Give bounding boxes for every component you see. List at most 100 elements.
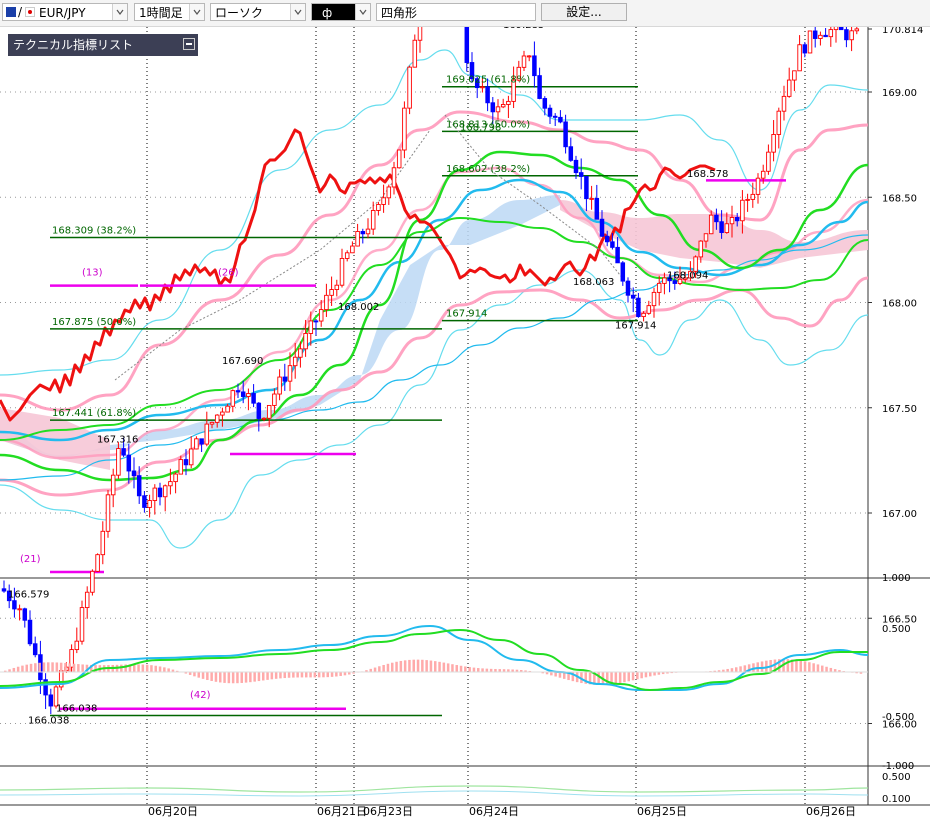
candle-body — [620, 262, 626, 282]
candle-body — [776, 110, 782, 135]
candle — [391, 161, 397, 195]
candle — [84, 586, 90, 619]
candle — [651, 287, 657, 318]
osc-bar — [382, 664, 385, 672]
osc-bar — [197, 672, 200, 678]
candle-body — [396, 149, 402, 169]
candle-body — [355, 231, 360, 247]
candle — [547, 104, 553, 124]
osc-bar — [399, 660, 403, 672]
osc-bar — [640, 672, 643, 679]
candle-body — [110, 474, 116, 496]
osc-bar — [154, 665, 157, 672]
osc-bar — [649, 672, 652, 677]
osc-bar — [21, 665, 24, 672]
candle-body — [1, 588, 7, 592]
osc-bar — [378, 666, 381, 672]
candle-body — [532, 55, 537, 77]
symbol-select[interactable]: / EUR/JPY — [2, 3, 128, 21]
candle-body — [573, 159, 579, 174]
osc-bar — [72, 663, 76, 672]
timeframe-select[interactable]: 1時間足 — [134, 3, 205, 21]
osc-bar — [799, 660, 802, 672]
osc-bar — [249, 672, 252, 683]
osc-bar — [214, 672, 218, 682]
candle — [95, 553, 100, 573]
candle — [334, 279, 340, 297]
draw-color-label: ф — [322, 6, 333, 20]
fib-label: 167.875 (50.0%) — [52, 317, 136, 328]
osc-bar — [459, 665, 463, 672]
indicator-list-panel[interactable]: テクニカル指標リスト — [8, 34, 198, 56]
osc-bar — [653, 672, 656, 676]
candle-body — [292, 356, 298, 367]
candle — [500, 98, 506, 109]
osc-bar — [408, 659, 411, 672]
osc-bar — [266, 672, 269, 680]
candle — [620, 261, 626, 286]
osc-bar — [468, 667, 471, 672]
candle-body — [324, 294, 329, 311]
date-tick-label: 06月24日 — [469, 805, 519, 818]
candle-body — [251, 393, 256, 404]
draw-color-select[interactable]: ф — [311, 3, 371, 21]
osc-bar — [210, 672, 213, 681]
candle — [781, 85, 787, 121]
candle — [43, 673, 48, 710]
osc-bar — [283, 672, 286, 679]
osc-bar — [330, 672, 334, 677]
candle — [495, 99, 501, 120]
candle — [526, 55, 532, 62]
candle-body — [168, 481, 173, 487]
candle — [797, 35, 802, 72]
candle — [162, 484, 168, 512]
settings-button[interactable]: 設定... — [541, 3, 627, 21]
draw-shape-field[interactable]: 四角形 — [376, 3, 536, 21]
candle — [230, 389, 236, 413]
osc-bar — [55, 662, 59, 672]
osc-bar — [29, 663, 33, 672]
candle — [615, 236, 620, 264]
minimize-icon[interactable] — [183, 38, 195, 50]
candle — [766, 144, 771, 175]
candle-body — [220, 411, 225, 416]
candle — [407, 65, 412, 115]
osc-bar — [59, 662, 63, 672]
candle — [589, 185, 594, 210]
candle-body — [542, 98, 548, 109]
candle-body — [376, 204, 381, 211]
osc-bar — [305, 672, 308, 678]
candle — [370, 201, 376, 235]
osc-bar — [240, 672, 243, 683]
price-label: 166.579 — [8, 590, 49, 601]
price-tick-label: 167.00 — [882, 509, 917, 520]
price-chart[interactable]: 170.814170.50170.00169.50169.00168.50168… — [0, 0, 930, 821]
osc-bar — [137, 664, 140, 672]
osc-bar — [464, 666, 467, 672]
candle — [194, 436, 199, 450]
candle-body — [802, 44, 808, 54]
osc-bar — [231, 672, 235, 684]
fib-label: 168.602 (38.2%) — [446, 164, 530, 175]
candle — [636, 292, 641, 318]
osc-bar — [223, 672, 226, 683]
candle-body — [745, 198, 750, 201]
osc2-tick-label: 0.500 — [882, 772, 911, 783]
osc-bar — [455, 665, 458, 672]
candle-body — [792, 70, 797, 81]
osc-bar — [322, 672, 325, 678]
candle-body — [740, 199, 745, 222]
candle-body — [178, 459, 184, 475]
candle-body — [188, 448, 194, 466]
candle-body — [547, 107, 553, 117]
candle-body — [558, 116, 563, 123]
chart-style-select[interactable]: ローソク — [210, 3, 306, 21]
osc-bar — [206, 672, 209, 681]
osc-bar — [760, 661, 764, 672]
candle-body — [32, 643, 38, 656]
osc-bar — [434, 661, 437, 672]
candle — [402, 101, 407, 159]
candle — [584, 176, 589, 212]
chevron-down-icon — [189, 4, 204, 20]
candle-body — [136, 475, 142, 497]
